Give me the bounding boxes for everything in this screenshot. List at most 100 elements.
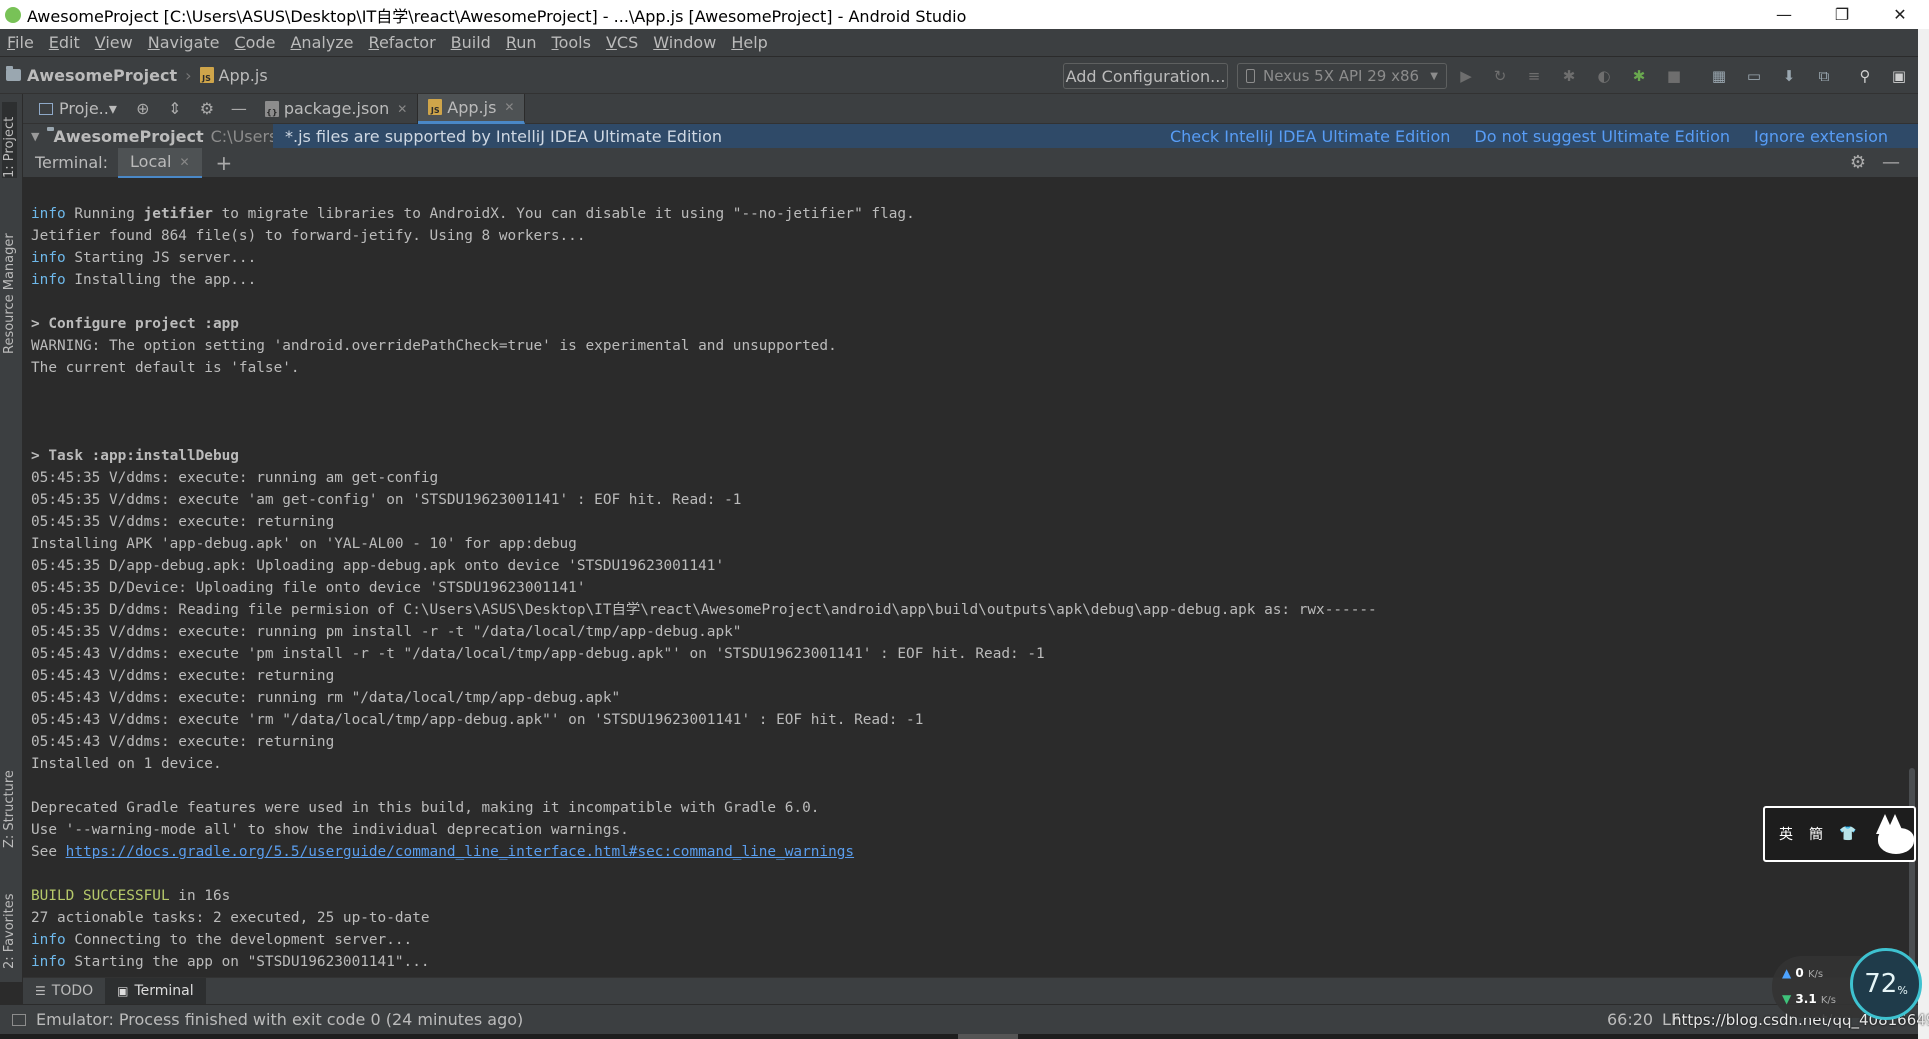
- side-tab-resource-manager[interactable]: Resource Manager: [2, 214, 17, 354]
- device-selector[interactable]: Nexus 5X API 29 x86 ▼: [1237, 63, 1447, 89]
- ime-language[interactable]: 英: [1779, 824, 1793, 844]
- menu-help[interactable]: Help: [724, 33, 775, 52]
- menu-refactor[interactable]: Refactor: [362, 33, 444, 52]
- terminal-text: The current default is 'false'.: [31, 360, 300, 376]
- download-speed: ▼ 3.1 K/s: [1782, 992, 1836, 1006]
- menu-run[interactable]: Run: [499, 33, 545, 52]
- add-configuration-button[interactable]: Add Configuration...: [1063, 63, 1228, 89]
- menu-edit[interactable]: Edit: [42, 33, 88, 52]
- new-terminal-icon[interactable]: +: [216, 151, 233, 175]
- stop-icon[interactable]: ■: [1665, 67, 1683, 85]
- chevron-down-icon: ▼: [1430, 70, 1438, 82]
- side-tab-project[interactable]: 1: Project: [2, 102, 17, 178]
- phone-icon: [1246, 69, 1255, 83]
- sync-gradle-icon[interactable]: ⧉: [1815, 67, 1833, 85]
- menu-file[interactable]: File: [0, 33, 42, 52]
- close-icon[interactable]: ✕: [179, 155, 189, 169]
- terminal-text: WARNING: The option setting 'android.ove…: [31, 338, 837, 354]
- sdk-manager-icon[interactable]: ⬇: [1780, 67, 1798, 85]
- bottom-tab-terminal[interactable]: ▣ Terminal: [105, 977, 206, 1005]
- terminal-line: 05:45:35 D/ddms: Reading file permision …: [31, 599, 1905, 621]
- menu-view[interactable]: View: [88, 33, 141, 52]
- network-speed-widget[interactable]: ▲ 0 K/s ▼ 3.1 K/s 72%: [1772, 948, 1922, 1028]
- check-ultimate-link[interactable]: Check IntelliJ IDEA Ultimate Edition: [1170, 127, 1450, 146]
- close-icon[interactable]: ✕: [504, 100, 514, 114]
- scrollbar-thumb[interactable]: [1909, 768, 1915, 968]
- terminal-text: 05:45:35 V/ddms: execute 'am get-config'…: [31, 492, 742, 508]
- minimize-button[interactable]: —: [1755, 0, 1813, 29]
- expand-icon[interactable]: ▼: [31, 130, 39, 143]
- terminal-text: Jetifier found 864 file(s) to forward-je…: [31, 228, 586, 244]
- terminal-line: Deprecated Gradle features were used in …: [31, 797, 1905, 819]
- do-not-suggest-link[interactable]: Do not suggest Ultimate Edition: [1474, 127, 1730, 146]
- attach-debugger-icon[interactable]: ✱: [1630, 67, 1648, 85]
- project-structure-icon[interactable]: ▦: [1710, 67, 1728, 85]
- terminal-line: 05:45:35 V/ddms: execute 'am get-config'…: [31, 489, 1905, 511]
- gear-icon[interactable]: ⚙: [1850, 152, 1866, 173]
- side-tab-favorites[interactable]: 2: Favorites: [2, 869, 17, 969]
- rerun-icon[interactable]: ↻: [1491, 67, 1509, 85]
- project-view-dropdown[interactable]: Proje..▾: [23, 94, 127, 124]
- gear-icon[interactable]: ⚙: [197, 99, 217, 118]
- event-log-icon[interactable]: [12, 1013, 26, 1026]
- profile-icon[interactable]: ◐: [1595, 67, 1613, 85]
- menu-vcs[interactable]: VCS: [599, 33, 646, 52]
- ignore-extension-link[interactable]: Ignore extension: [1754, 127, 1888, 146]
- terminal-line: 05:45:43 V/ddms: execute: running rm "/d…: [31, 687, 1905, 709]
- terminal-tab-local[interactable]: Local ✕: [118, 147, 202, 178]
- terminal-line: > Task :app:installDebug: [31, 445, 1905, 467]
- terminal-line: 05:45:35 D/app-debug.apk: Uploading app-…: [31, 555, 1905, 577]
- menu-tools[interactable]: Tools: [545, 33, 599, 52]
- ime-skin-icon[interactable]: 👕: [1839, 826, 1856, 842]
- avd-manager-icon[interactable]: ▭: [1745, 67, 1763, 85]
- memory-usage-gauge[interactable]: 72%: [1850, 948, 1922, 1020]
- apply-changes-icon[interactable]: ≡: [1525, 67, 1543, 85]
- terminal-line: info Running jetifier to migrate librari…: [31, 203, 1905, 225]
- collapse-all-icon[interactable]: ⇕: [165, 99, 185, 118]
- horizontal-scrollbar[interactable]: [0, 1034, 1918, 1039]
- search-icon[interactable]: ⚲: [1856, 67, 1874, 85]
- debug-icon[interactable]: ✱: [1560, 67, 1578, 85]
- menu-navigate[interactable]: Navigate: [141, 33, 228, 52]
- run-icon[interactable]: ▶: [1457, 67, 1475, 85]
- menu-code[interactable]: Code: [228, 33, 284, 52]
- ime-toolbar[interactable]: 英 簡 👕: [1763, 806, 1916, 862]
- bottom-tab-todo[interactable]: ☰ TODO: [23, 978, 105, 1005]
- maximize-button[interactable]: ❐: [1813, 0, 1871, 29]
- terminal-header: Terminal: Local ✕ + ⚙ —: [23, 147, 1918, 178]
- menu-analyze[interactable]: Analyze: [283, 33, 361, 52]
- terminal-line: 05:45:43 V/ddms: execute 'pm install -r …: [31, 643, 1905, 665]
- close-icon[interactable]: ✕: [397, 102, 407, 116]
- terminal-line: Installing APK 'app-debug.apk' on 'YAL-A…: [31, 533, 1905, 555]
- close-button[interactable]: ✕: [1871, 0, 1929, 29]
- menu-window[interactable]: Window: [646, 33, 724, 52]
- terminal-label: Terminal:: [35, 153, 109, 172]
- terminal-line: > Configure project :app: [31, 313, 1905, 335]
- terminal-text: info: [31, 250, 66, 266]
- locate-icon[interactable]: ⊕: [133, 99, 153, 118]
- terminal-text: 05:45:43 V/ddms: execute: returning: [31, 734, 335, 750]
- terminal-output[interactable]: info Running jetifier to migrate librari…: [23, 178, 1905, 977]
- tab-package-json[interactable]: {} package.json ✕: [255, 93, 419, 124]
- terminal-text: Connecting to the development server...: [65, 932, 413, 948]
- side-tab-structure[interactable]: Z: Structure: [2, 744, 17, 848]
- folder-icon: [6, 66, 21, 81]
- scrollbar-thumb[interactable]: [958, 1034, 1018, 1039]
- terminal-link[interactable]: https://docs.gradle.org/5.5/userguide/co…: [66, 844, 854, 860]
- breadcrumb-file[interactable]: JS App.js: [194, 66, 274, 85]
- breadcrumb-project[interactable]: AwesomeProject: [0, 66, 183, 85]
- upload-speed-value: 0: [1795, 966, 1804, 980]
- ultimate-edition-banner: *.js files are supported by IntelliJ IDE…: [273, 124, 1918, 148]
- terminal-text: info: [31, 206, 66, 222]
- project-tree-root[interactable]: ▼ AwesomeProject C:\Users: [23, 124, 273, 148]
- caret-position[interactable]: 66:20: [1607, 1010, 1653, 1029]
- account-icon[interactable]: ▣: [1890, 67, 1908, 85]
- terminal-text: info: [31, 272, 66, 288]
- ime-mode[interactable]: 簡: [1809, 824, 1823, 844]
- status-message[interactable]: Emulator: Process finished with exit cod…: [36, 1010, 523, 1029]
- menu-build[interactable]: Build: [444, 33, 499, 52]
- hide-icon[interactable]: —: [1882, 152, 1900, 173]
- tab-app-js[interactable]: JS App.js ✕: [418, 93, 526, 124]
- hide-icon[interactable]: —: [229, 99, 249, 118]
